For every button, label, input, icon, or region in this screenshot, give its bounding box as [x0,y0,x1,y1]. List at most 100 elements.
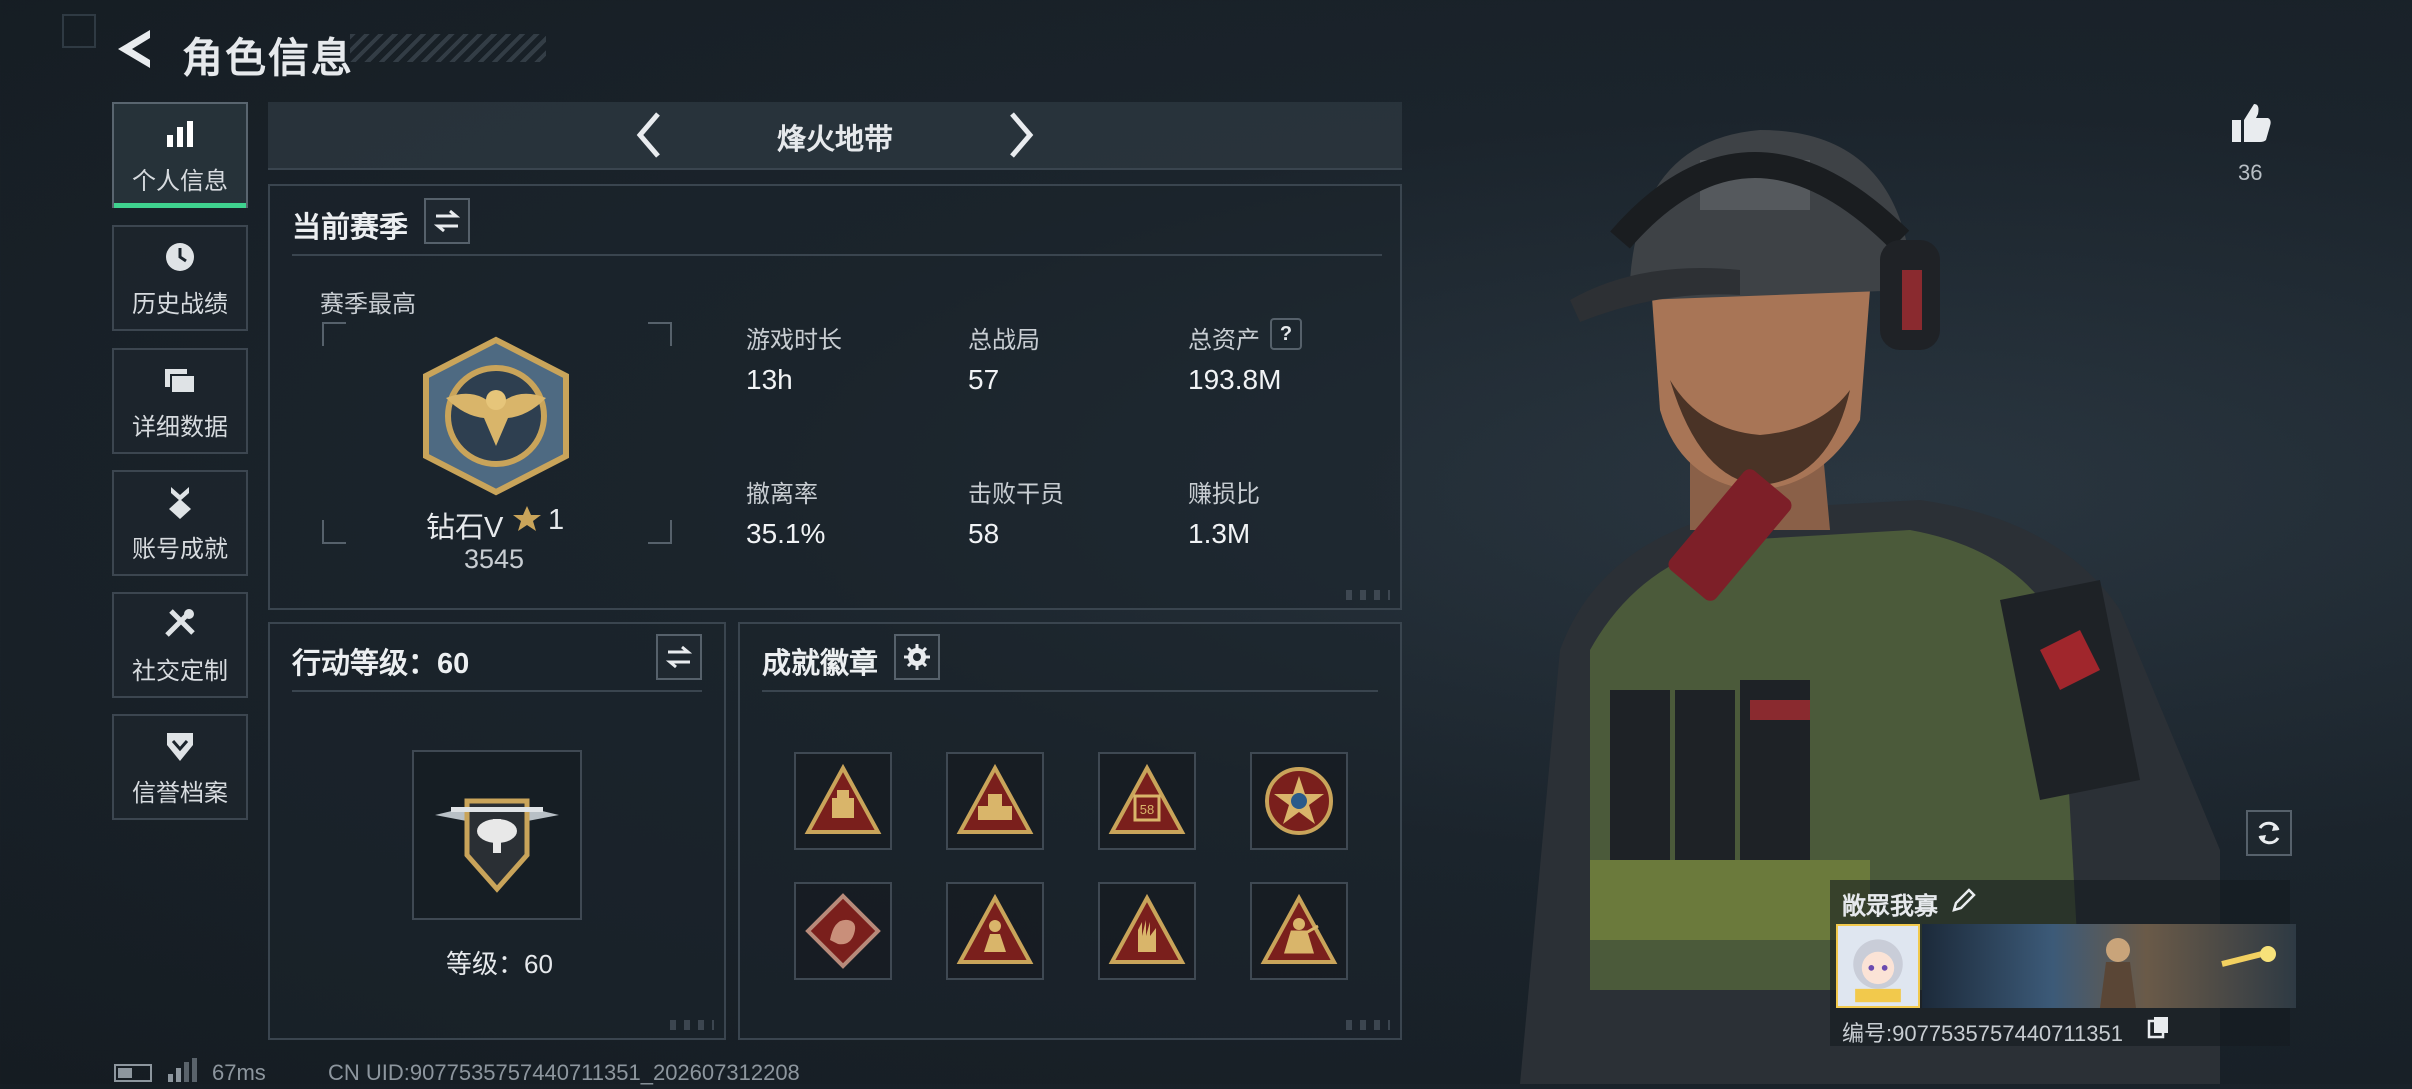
edit-name-button[interactable] [1950,886,1978,914]
stat-label-total-assets: 总资产 [1188,327,1260,354]
copy-icon [2147,1017,2168,1039]
achievement-badge-8[interactable] [1250,882,1348,980]
panel-corner-dots [670,1020,714,1030]
pencil-icon [1952,888,1976,912]
achievement-badge-2[interactable] [946,752,1044,850]
profile-name: 敞眾我寡 [1842,893,1938,920]
shield-chevron-icon [167,732,193,761]
action-level-text: 等级：60 [446,949,553,979]
triangle-person-badge-icon [956,893,1034,964]
diamond-dragon-badge-icon [805,893,881,969]
uid-text: CN UID:9077535757440711351_202607312208 [328,1060,800,1085]
sidebar-item-achievements[interactable]: 账号成就 [112,470,248,576]
chevron-right-icon [1010,112,1034,158]
achievements-settings-button[interactable] [894,634,940,680]
chevron-left-icon [636,112,660,158]
sidebar-item-label: 详细数据 [132,413,228,441]
sidebar-item-label: 历史战绩 [132,290,228,318]
achievement-badge-1[interactable] [794,752,892,850]
sidebar-item-label: 账号成就 [132,535,228,563]
copy-id-button[interactable] [2146,1014,2172,1040]
bar-chart-icon [167,120,193,147]
sidebar-item-history[interactable]: 历史战绩 [112,225,248,331]
assets-help-button[interactable]: ? [1270,318,1302,350]
action-level-switch-button[interactable] [656,634,702,680]
swap-arrows-icon [433,209,461,233]
stat-label-profit-ratio: 赚损比 [1188,481,1260,508]
back-arrow-icon [118,30,150,68]
round-star-badge-icon [1265,767,1333,835]
sidebar-item-social-custom[interactable]: 社交定制 [112,592,248,698]
achievement-badge-6[interactable] [946,882,1044,980]
diamond-eagle-emblem-icon [423,336,569,496]
stat-label-extract-rate: 撤离率 [746,481,818,508]
achievements-divider [762,690,1378,692]
like-button[interactable] [2228,100,2274,146]
stat-value-operators-defeated: 58 [968,518,1000,549]
achievements-title: 成就徽章 [762,648,879,680]
season-best-label: 赛季最高 [320,291,416,318]
title-stripes [350,34,546,62]
help-icon: ? [1279,322,1293,345]
profile-avatar [1836,924,1920,1008]
season-switch-button[interactable] [424,198,470,244]
triangle-vehicle-badge-icon [956,763,1034,834]
triangle-crate-badge-icon [804,763,882,834]
folders-icon [165,368,196,394]
rotate-icon [2258,821,2280,845]
sidebar-item-label: 个人信息 [132,167,228,195]
corner-mark [62,14,96,48]
achievement-badge-7[interactable] [1098,882,1196,980]
profile-id: 编号:9077535757440711351 [1842,1021,2123,1046]
helicopter-wings-emblem-icon [435,798,559,893]
medal-icon [169,486,191,519]
page-title: 角色信息 [182,35,354,81]
sidebar-item-label: 社交定制 [132,657,228,685]
stat-value-profit-ratio: 1.3M [1188,518,1251,549]
achievement-badge-5[interactable] [794,882,892,980]
triangle-58-badge-icon: 58 [1108,763,1186,834]
anime-avatar-icon [1853,939,1903,1003]
rotate-view-button[interactable] [2246,810,2292,856]
battery-icon [114,1064,152,1082]
stat-label-operators-defeated: 击败干员 [968,481,1064,508]
season-divider [292,254,1382,256]
sidebar-item-detail-data[interactable]: 详细数据 [112,348,248,454]
rank-stars: 1 [548,504,565,536]
action-level-title: 行动等级：60 [292,648,470,680]
profile-banner [1922,924,2296,1008]
triangle-soldier-badge-icon [1260,893,1338,964]
achievement-badge-4[interactable] [1250,752,1348,850]
stat-value-play-time: 13h [746,364,793,395]
rank-points: 3545 [464,544,525,574]
ping-text: 67ms [212,1060,266,1085]
triangle-hand-badge-icon [1108,893,1186,964]
panel-corner-dots [1346,590,1390,600]
stat-label-total-matches: 总战局 [968,327,1040,354]
mode-next-button[interactable] [1000,108,1040,162]
sidebar-item-personal-info[interactable]: 个人信息 [112,102,248,208]
mode-prev-button[interactable] [630,108,670,162]
clock-history-icon [166,242,194,271]
action-level-divider [292,690,702,692]
signal-icon [166,1058,198,1082]
like-count: 36 [2238,160,2263,185]
banner-character-art-icon [2100,938,2276,1008]
sidebar-item-label: 信誉档案 [132,779,228,807]
achievement-badge-3[interactable]: 58 [1098,752,1196,850]
back-button[interactable] [112,26,158,72]
thumbs-up-icon [2232,104,2271,142]
gear-icon [904,644,930,670]
swap-arrows-icon [665,645,693,669]
stat-value-total-matches: 57 [968,364,1000,395]
rank-name: 钻石V [426,512,504,544]
mode-name: 烽火地带 [776,124,893,156]
panel-corner-dots [1346,1020,1390,1030]
sidebar-item-credit-file[interactable]: 信誉档案 [112,714,248,820]
rank-emblem [416,336,576,496]
stat-value-extract-rate: 35.1% [746,518,826,549]
action-level-emblem [412,750,582,920]
badge-number: 58 [1140,802,1154,817]
stat-label-play-time: 游戏时长 [746,327,842,354]
stat-value-total-assets: 193.8M [1188,364,1282,395]
